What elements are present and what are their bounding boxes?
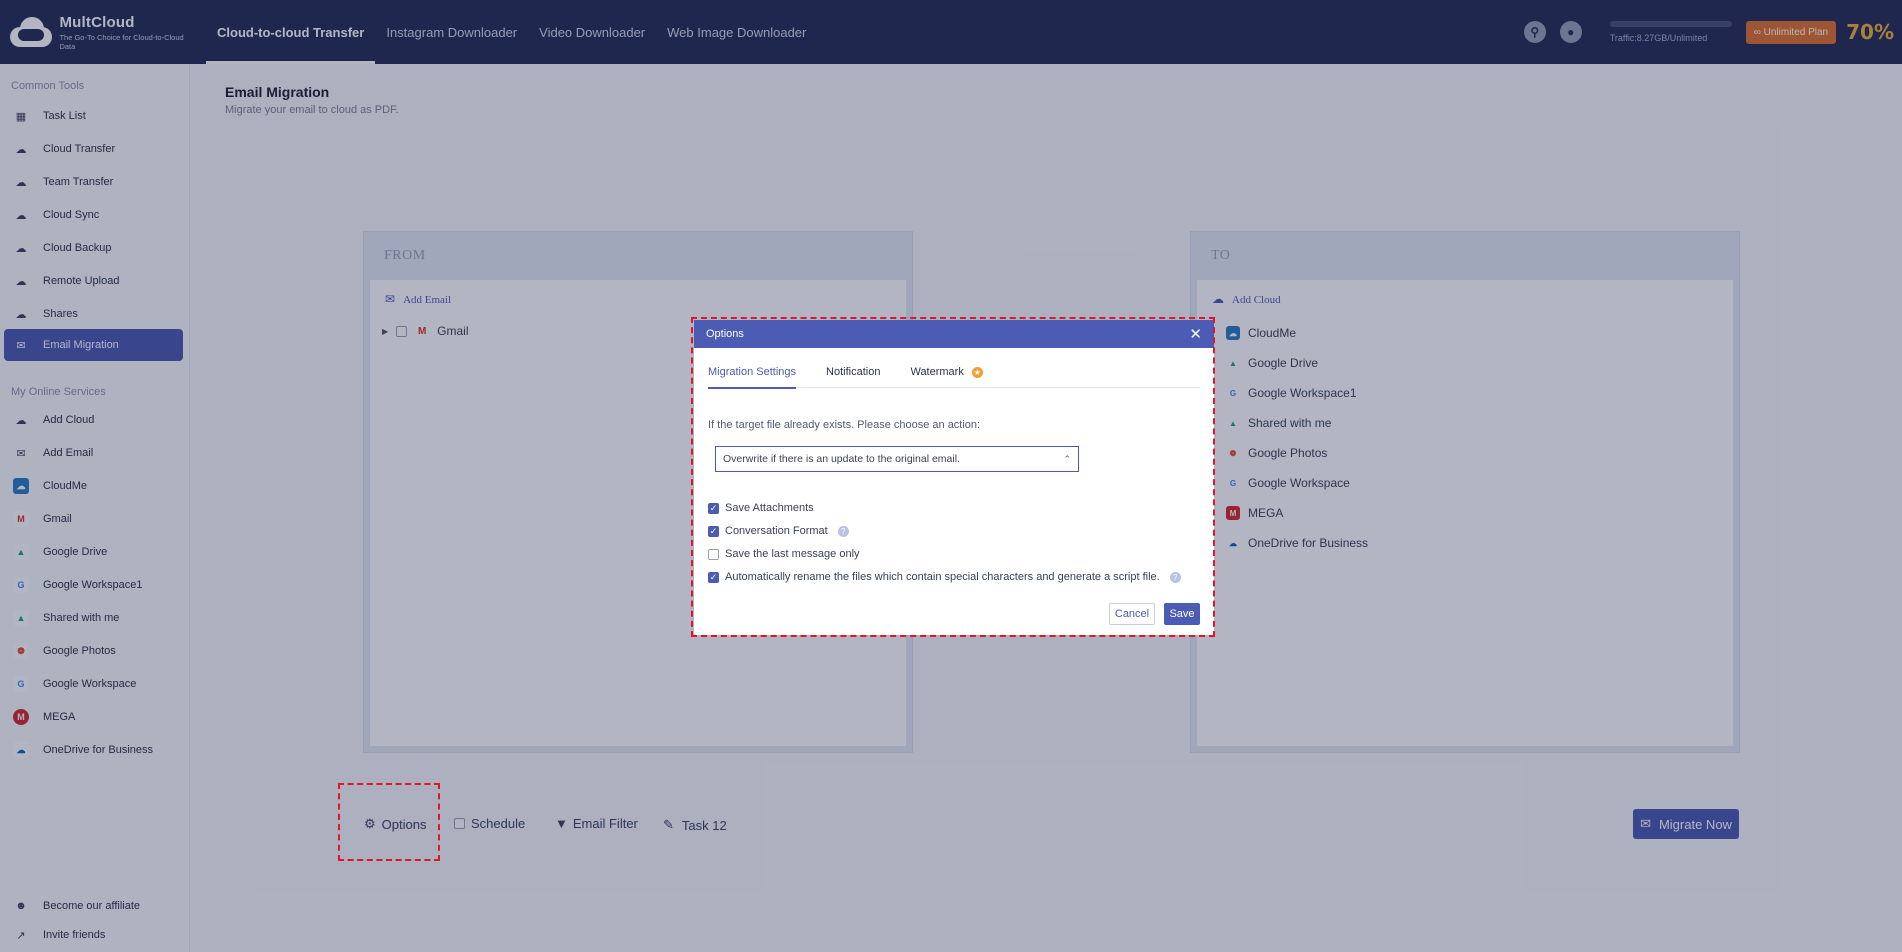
options-button-highlighted[interactable]: ⚙ Options <box>364 816 426 832</box>
gear-icon: ⚙ <box>364 816 376 831</box>
highlight-dialog-box <box>691 317 1215 637</box>
options-label: Options <box>381 816 427 832</box>
